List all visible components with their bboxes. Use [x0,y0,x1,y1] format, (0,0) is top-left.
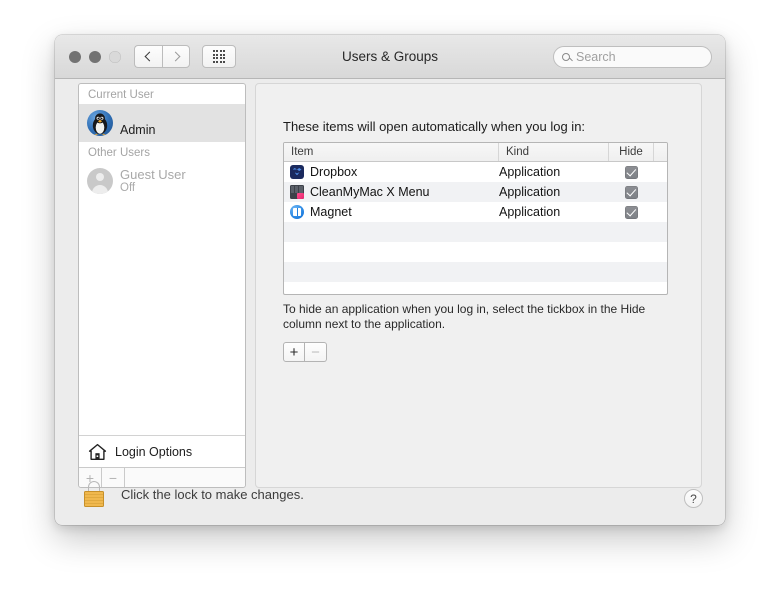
table-empty-row [284,222,667,242]
login-items-table: Item Kind Hide Dropbox Application Clean… [283,142,668,295]
padlock-body [84,491,104,507]
sidebar-item-label: Guest User [120,166,186,182]
penguin-glyph-icon [92,113,108,135]
magnet-icon [290,205,304,219]
person-head-icon [96,173,104,181]
column-header-hide[interactable]: Hide [609,143,654,161]
table-header-row: Item Kind Hide [284,143,667,162]
panel-intro-text: These items will open automatically when… [283,119,586,134]
table-empty-row [284,242,667,262]
search-icon [562,53,570,61]
column-header-spacer [654,143,667,161]
sidebar-item-admin[interactable]: Admin [79,104,245,142]
table-empty-row [284,282,667,294]
cleanmymac-icon [290,185,304,199]
dropbox-icon [290,165,304,179]
hide-checkbox[interactable] [625,165,638,179]
table-row[interactable]: Magnet Application [284,202,667,222]
table-cell-kind: Application [499,205,561,219]
search-field[interactable]: Search [553,46,712,68]
help-button[interactable]: ? [684,489,703,508]
users-sidebar: Current User Admin Other Users Guest Use… [78,83,246,488]
table-cell-kind: Application [499,165,561,179]
hide-checkbox[interactable] [625,205,638,219]
column-header-kind[interactable]: Kind [499,143,609,161]
hide-checkbox[interactable] [625,185,638,199]
add-login-item-button[interactable]: + [283,342,305,362]
table-help-note: To hide an application when you log in, … [283,302,646,331]
locked-padlock-icon[interactable] [83,481,105,507]
sidebar-item-status: Off [120,181,136,194]
table-empty-row [284,262,667,282]
system-preferences-window: Users & Groups Search Password Login Ite… [55,35,725,525]
redacted-user-name [120,109,192,122]
remove-login-item-button[interactable]: − [305,342,327,362]
penguin-avatar [87,110,113,136]
guest-avatar [87,168,113,194]
table-cell-item: CleanMyMac X Menu [310,185,430,199]
window-titlebar: Users & Groups Search [55,35,725,79]
lock-area[interactable]: Click the lock to make changes. [83,481,304,507]
table-cell-kind: Application [499,185,561,199]
table-row[interactable]: CleanMyMac X Menu Application [284,182,667,202]
lock-label: Click the lock to make changes. [121,486,304,502]
sidebar-header-current-user: Current User [88,89,154,101]
login-options-label: Login Options [115,444,193,459]
table-row[interactable]: Dropbox Application [284,162,667,182]
search-placeholder: Search [576,50,616,64]
sidebar-item-guest-user[interactable]: Guest User Off [79,162,245,200]
login-items-panel: These items will open automatically when… [255,83,702,488]
sidebar-item-login-options[interactable]: Login Options [79,435,245,467]
login-item-buttons: + − [283,342,327,362]
table-cell-item: Dropbox [310,165,358,179]
home-icon [88,443,107,460]
user-list: Current User Admin Other Users Guest Use… [79,84,245,435]
column-header-item[interactable]: Item [284,143,499,161]
sidebar-item-label: Admin [120,123,156,137]
person-body-icon [92,185,108,194]
sidebar-header-other-users: Other Users [88,147,150,159]
table-cell-item: Magnet [310,205,352,219]
